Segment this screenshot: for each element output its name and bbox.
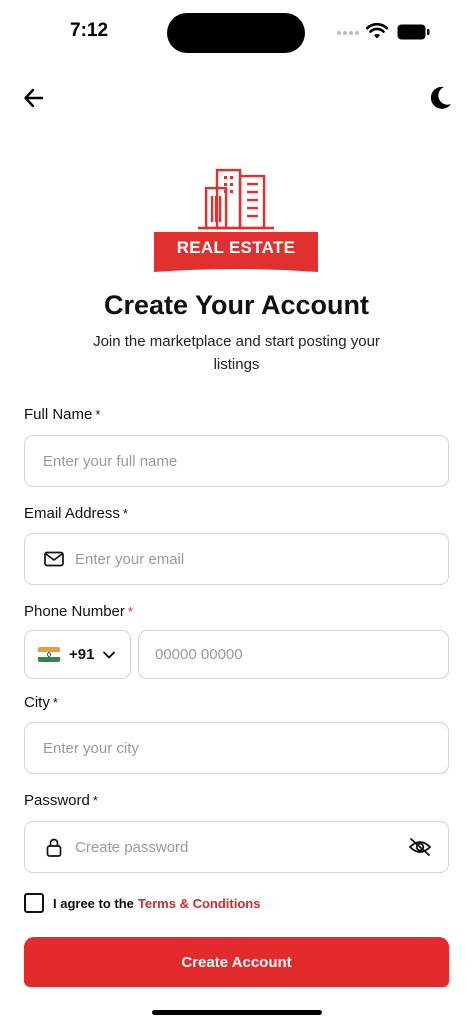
lock-icon: [46, 838, 62, 857]
full-name-input[interactable]: [43, 452, 448, 470]
email-input[interactable]: [75, 550, 448, 568]
create-account-button[interactable]: Create Account: [24, 937, 449, 987]
phone-label-text: Phone Number: [24, 603, 125, 620]
battery-icon: [397, 24, 430, 40]
phone-label: Phone Number *: [24, 603, 133, 620]
terms-agreement: I agree to the Terms & Conditions: [24, 893, 260, 913]
full-name-field[interactable]: [24, 435, 449, 487]
email-label: Email Address *: [24, 505, 128, 522]
page-subtitle: Join the marketplace and start posting y…: [93, 333, 380, 373]
email-label-text: Email Address: [24, 505, 120, 522]
required-marker: *: [92, 793, 98, 808]
terms-link[interactable]: Terms & Conditions: [138, 896, 261, 911]
email-field[interactable]: [24, 533, 449, 585]
city-label: City *: [24, 694, 58, 711]
logo-text: REAL ESTATE: [176, 238, 296, 257]
country-code-select[interactable]: +91: [24, 630, 131, 679]
city-input[interactable]: [43, 739, 448, 757]
country-code-value: +91: [69, 646, 95, 663]
chevron-down-icon: [103, 651, 116, 658]
status-time: 7:12: [70, 20, 109, 41]
phone-field[interactable]: [138, 630, 449, 679]
arrow-left-icon[interactable]: [20, 84, 48, 112]
home-indicator: [152, 1010, 322, 1015]
india-flag-icon: [38, 647, 60, 662]
agree-text: I agree to the: [53, 895, 134, 911]
city-label-text: City: [24, 694, 50, 711]
password-field[interactable]: [24, 821, 449, 873]
password-label: Password *: [24, 792, 98, 809]
eye-off-icon[interactable]: [408, 836, 432, 858]
moon-icon[interactable]: [424, 82, 456, 114]
mail-icon: [44, 551, 64, 567]
real-estate-logo: REAL ESTATE: [154, 158, 318, 276]
full-name-label-text: Full Name: [24, 406, 93, 423]
page-title: Create Your Account: [103, 290, 370, 320]
required-marker: *: [52, 695, 58, 710]
wifi-icon: [366, 23, 388, 39]
required-marker: *: [127, 604, 133, 619]
phone-input[interactable]: [155, 646, 448, 663]
city-field[interactable]: [24, 722, 449, 774]
terms-checkbox[interactable]: [24, 893, 44, 913]
signal-icon: [337, 31, 359, 35]
full-name-label: Full Name *: [24, 406, 100, 423]
password-label-text: Password: [24, 792, 90, 809]
required-marker: *: [122, 506, 128, 521]
password-input[interactable]: [75, 838, 448, 856]
dynamic-island: [167, 13, 305, 53]
required-marker: *: [95, 407, 101, 422]
building-icon: [198, 168, 274, 230]
status-bar: 7:12: [0, 0, 473, 64]
